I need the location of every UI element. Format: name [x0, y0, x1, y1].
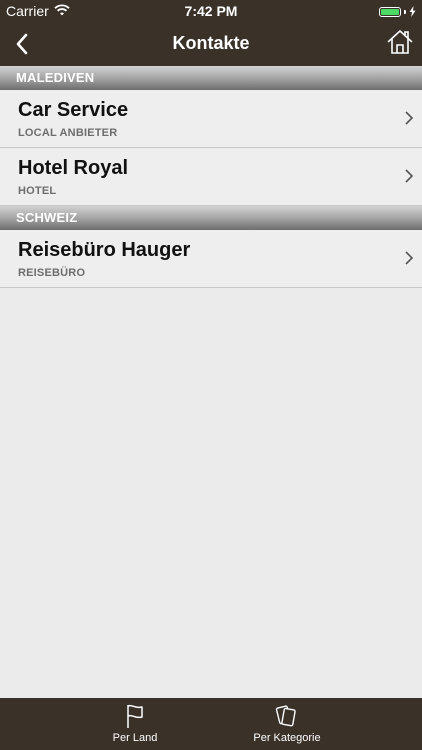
tab-bar: Per Land Per Kategorie	[0, 698, 422, 750]
chevron-right-icon	[405, 169, 414, 183]
tab-per-kategorie[interactable]: Per Kategorie	[207, 698, 367, 750]
list-item-title: Hotel Royal	[18, 157, 129, 179]
navigation-bar: Kontakte	[0, 22, 422, 66]
chevron-right-icon	[405, 251, 414, 265]
list-item-subtitle: LOCAL ANBIETER	[18, 127, 118, 139]
chevron-right-icon	[405, 111, 414, 125]
list-item[interactable]: Hotel Royal HOTEL	[0, 148, 422, 206]
list-item[interactable]: Car Service LOCAL ANBIETER	[0, 90, 422, 148]
list-item-title: Car Service	[18, 99, 129, 121]
home-button[interactable]	[386, 28, 414, 56]
flag-icon	[127, 704, 143, 728]
list-item-subtitle: HOTEL	[18, 185, 57, 197]
section-header: SCHWEIZ	[0, 206, 422, 230]
home-icon	[387, 30, 413, 54]
section-header: MALEDIVEN	[0, 66, 422, 90]
list-item-title: Reisebüro Hauger	[18, 239, 191, 261]
tab-per-land[interactable]: Per Land	[55, 698, 215, 750]
status-bar: Carrier 7:42 PM	[0, 0, 422, 22]
charging-icon	[409, 4, 416, 20]
battery-indicator	[379, 4, 416, 20]
page-title: Kontakte	[172, 33, 250, 53]
contact-list: MALEDIVEN Car Service LOCAL ANBIETER Hot…	[0, 66, 422, 288]
battery-icon	[379, 7, 401, 17]
list-item-subtitle: REISEBÜRO	[18, 267, 86, 279]
list-item[interactable]: Reisebüro Hauger REISEBÜRO	[0, 230, 422, 288]
cards-icon	[275, 705, 296, 727]
tab-label: Per Kategorie	[253, 732, 321, 744]
status-time: 7:42 PM	[184, 3, 238, 19]
tab-label: Per Land	[112, 732, 158, 744]
